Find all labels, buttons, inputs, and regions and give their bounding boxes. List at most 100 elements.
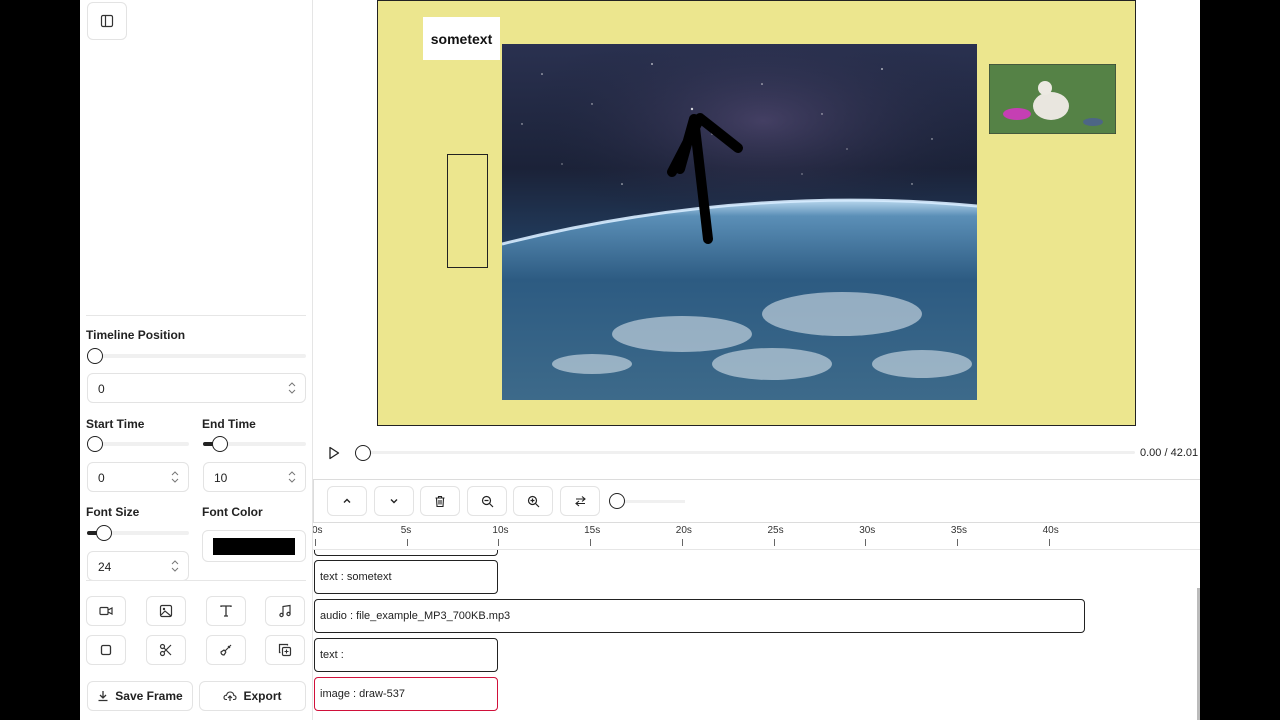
start-time-value: 0 (98, 471, 105, 485)
export-button[interactable]: Export (199, 681, 306, 711)
trash-icon (435, 495, 445, 507)
download-icon (98, 691, 108, 702)
font-color-label: Font Color (202, 505, 263, 519)
video-icon (99, 606, 113, 616)
sidebar-icon (100, 14, 114, 28)
cloud-upload-icon (223, 691, 238, 701)
end-time-slider-knob[interactable] (212, 436, 228, 452)
canvas-rectangle-shape[interactable] (447, 154, 488, 268)
editor-canvas[interactable]: sometext (377, 0, 1136, 426)
properties-sidebar: Timeline Position 0 Start Time End Time … (80, 0, 313, 720)
move-layer-down-button[interactable] (374, 486, 414, 516)
add-video-button[interactable] (86, 596, 126, 626)
stepper-icon[interactable] (287, 470, 297, 484)
font-size-input[interactable]: 24 (87, 551, 189, 581)
timeline-ruler[interactable]: 0s 5s 10s 15s 20s 25s 30s 35s 40s (313, 523, 1200, 550)
playback-scrubber-knob[interactable] (355, 445, 371, 461)
start-time-slider-knob[interactable] (87, 436, 103, 452)
add-text-button[interactable] (206, 596, 246, 626)
ruler-tick (1048, 539, 1050, 546)
toggle-sidebar-button[interactable] (87, 2, 127, 40)
canvas-video-thumbnail[interactable] (989, 64, 1116, 134)
ruler-tick (773, 539, 775, 546)
playback-time: 0.00 / 42.01 (1140, 447, 1199, 459)
ruler-tick (956, 539, 958, 546)
timeline-position-slider-knob[interactable] (87, 348, 103, 364)
stepper-icon[interactable] (170, 559, 180, 573)
music-icon (279, 604, 291, 618)
square-icon (100, 644, 112, 656)
zoom-out-button[interactable] (467, 486, 507, 516)
swap-icon (574, 496, 586, 507)
font-size-slider[interactable] (87, 525, 189, 541)
timeline-clip[interactable]: text : (314, 638, 498, 672)
chevron-down-icon (390, 499, 398, 504)
timeline-tracks: text : sometext audio : file_example_MP3_… (313, 550, 1200, 720)
ruler-tick (590, 539, 592, 546)
start-time-label: Start Time (86, 417, 145, 431)
text-icon (220, 605, 232, 617)
ruler-tick-label: 40s (1042, 525, 1059, 536)
export-label: Export (243, 689, 282, 703)
start-time-input[interactable]: 0 (87, 462, 189, 492)
timeline-clip[interactable]: image : draw-537 (314, 677, 498, 711)
font-color-swatch (213, 538, 295, 555)
ruler-tick (865, 539, 867, 546)
timeline-position-input[interactable]: 0 (87, 373, 306, 403)
swap-button[interactable] (560, 486, 600, 516)
add-audio-button[interactable] (265, 596, 305, 626)
font-size-label: Font Size (86, 505, 140, 519)
zoom-in-button[interactable] (513, 486, 553, 516)
end-time-value: 10 (214, 471, 228, 485)
canvas-earth-image[interactable] (502, 44, 977, 400)
playback-bar: 0.00 / 42.01 (321, 440, 1200, 466)
save-frame-button[interactable]: Save Frame (87, 681, 193, 711)
ruler-tick-label: 10s (492, 525, 509, 536)
sidebar-divider (86, 315, 306, 316)
cut-button[interactable] (146, 635, 186, 665)
add-image-button[interactable] (146, 596, 186, 626)
save-frame-label: Save Frame (115, 689, 183, 703)
ruler-tick-label: 5s (400, 525, 412, 536)
duplicate-icon (278, 643, 292, 657)
ruler-tick-label: 35s (950, 525, 968, 536)
video-editor-app: Timeline Position 0 Start Time End Time … (80, 0, 1200, 720)
end-time-slider[interactable] (203, 436, 306, 452)
timeline-clip[interactable]: audio : file_example_MP3_700KB.mp3 (314, 599, 1085, 633)
font-color-picker[interactable] (202, 530, 306, 562)
sidebar-divider (86, 580, 306, 581)
ruler-tick-label: 30s (859, 525, 876, 536)
timeline-clip[interactable]: text : sometext (314, 560, 498, 594)
timeline-zoom-slider-knob[interactable] (609, 493, 625, 509)
play-icon[interactable] (328, 446, 340, 460)
draw-button[interactable] (206, 635, 246, 665)
timeline-position-value: 0 (98, 382, 105, 396)
zoom-out-icon (481, 495, 493, 507)
ruler-tick (681, 539, 683, 546)
scissors-icon (159, 643, 172, 657)
delete-button[interactable] (420, 486, 460, 516)
font-size-slider-knob[interactable] (96, 525, 112, 541)
timeline-position-slider[interactable] (87, 348, 306, 364)
brush-icon (220, 644, 232, 656)
end-time-input[interactable]: 10 (203, 462, 306, 492)
ruler-tick (315, 539, 316, 546)
zoom-in-icon (527, 495, 539, 507)
stepper-icon[interactable] (287, 381, 297, 395)
image-icon (159, 604, 173, 618)
timeline-zoom-slider[interactable] (609, 493, 685, 509)
ruler-tick-label: 20s (675, 525, 692, 536)
chevron-up-icon (343, 498, 351, 503)
canvas-text-element[interactable]: sometext (423, 17, 500, 60)
add-shape-button[interactable] (86, 635, 126, 665)
duplicate-button[interactable] (265, 635, 305, 665)
ruler-tick (498, 539, 500, 546)
tracks-scrollbar[interactable] (1197, 588, 1200, 720)
timeline-clip-partial[interactable] (314, 550, 498, 556)
ruler-tick-label: 0s (313, 525, 323, 536)
stepper-icon[interactable] (170, 470, 180, 484)
playback-scrubber[interactable] (355, 445, 1135, 461)
font-size-value: 24 (98, 560, 112, 574)
start-time-slider[interactable] (87, 436, 189, 452)
move-layer-up-button[interactable] (327, 486, 367, 516)
